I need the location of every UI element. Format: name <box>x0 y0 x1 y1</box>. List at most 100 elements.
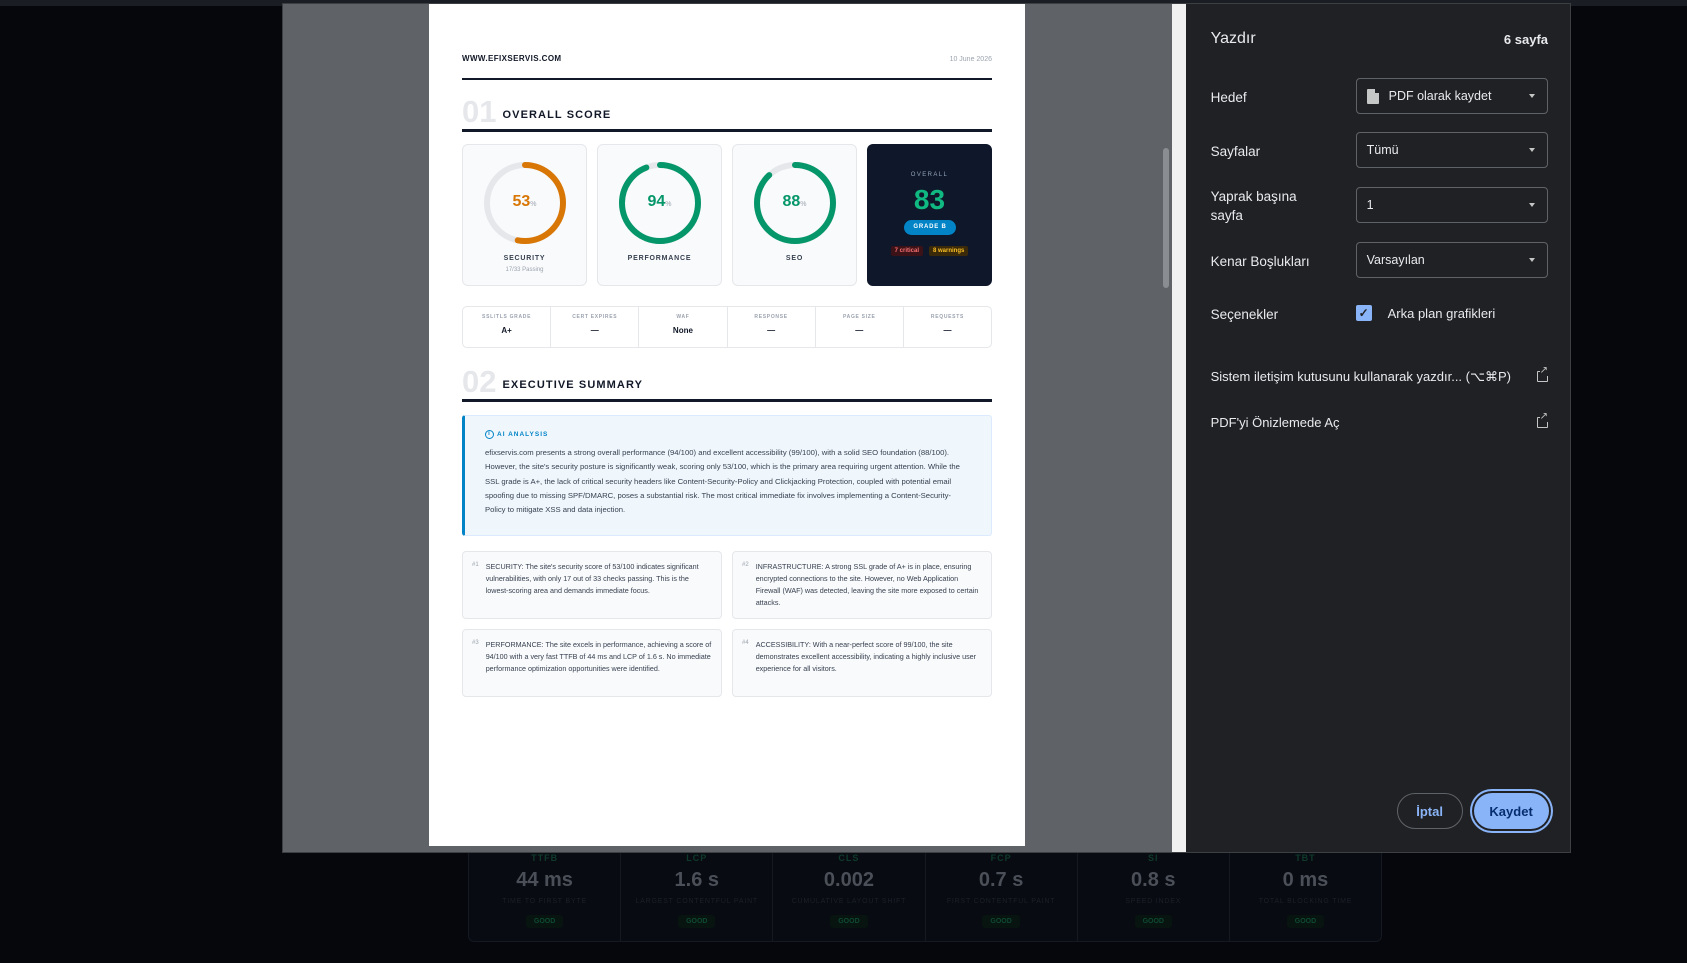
metric-label: FCP <box>990 853 1012 863</box>
metric-subtitle: TOTAL BLOCKING TIME <box>1258 898 1353 905</box>
metric-badge: GOOD <box>982 915 1020 928</box>
stat-label: CERT EXPIRES <box>572 314 618 320</box>
system-dialog-label[interactable]: Sistem iletişim kutusunu kullanarak yazd… <box>1211 369 1511 385</box>
stat-requests: REQUESTS — <box>904 307 991 347</box>
overall-score: 83 <box>913 184 946 215</box>
metric-subtitle: CUMULATIVE LAYOUT SHIFT <box>791 898 907 905</box>
background-graphics-label[interactable]: Arka plan grafikleri <box>1388 306 1496 321</box>
seo-label: SEO <box>785 255 804 262</box>
ai-analysis-title: i AI ANALYSIS <box>485 430 971 439</box>
background-metric: CLS 0.002 CUMULATIVE LAYOUT SHIFT GOOD <box>773 843 926 941</box>
metric-badge: GOOD <box>1134 915 1172 928</box>
stat-value: — <box>943 326 952 335</box>
destination-select[interactable]: PDF olarak kaydet <box>1355 78 1548 114</box>
report-header: WWW.EFIXSERVIS.COM 10 June 2026 <box>462 54 992 80</box>
stat-value: — <box>590 326 599 335</box>
chevron-down-icon <box>1528 203 1535 207</box>
finding-text: INFRASTRUCTURE: A strong SSL grade of A+… <box>755 562 979 607</box>
performance-label: PERFORMANCE <box>627 255 692 262</box>
finding-number: #3 <box>472 640 479 646</box>
security-passing: 17/33 Passing <box>505 267 544 273</box>
metric-subtitle: LARGEST CONTENTFUL PAINT <box>635 898 759 905</box>
background-metrics-strip: TTFB 44 ms TIME TO FIRST BYTE GOOD LCP 1… <box>468 842 1382 942</box>
ai-analysis-label: AI ANALYSIS <box>497 431 549 438</box>
save-button[interactable]: Kaydet <box>1473 793 1549 829</box>
chevron-down-icon <box>1528 148 1535 152</box>
background-metric: TBT 0 ms TOTAL BLOCKING TIME GOOD <box>1230 843 1381 941</box>
finding-number: #1 <box>472 562 479 568</box>
preview-scrollbar[interactable] <box>1159 4 1172 852</box>
stat-ssl: SSL/TLS GRADE A+ <box>463 307 552 347</box>
stat-value: — <box>767 326 776 335</box>
metric-label: SI <box>1148 853 1159 863</box>
performance-score: 94% <box>598 193 721 211</box>
print-preview-area[interactable]: WWW.EFIXSERVIS.COM 10 June 2026 01 OVERA… <box>283 4 1172 852</box>
options-label: Seçenekler <box>1210 307 1279 322</box>
metric-label: CLS <box>838 853 860 863</box>
pages-label: Sayfalar <box>1210 144 1261 159</box>
page-count: 6 sayfa <box>1503 32 1548 47</box>
finding-card: #4 ACCESSIBILITY: With a near-perfect sco… <box>732 629 992 697</box>
section-title-overall: 01 OVERALL SCORE <box>462 96 992 132</box>
section-label: OVERALL SCORE <box>502 109 612 121</box>
cancel-button[interactable]: İptal <box>1396 793 1463 829</box>
metric-subtitle: TIME TO FIRST BYTE <box>502 898 587 905</box>
external-link-icon[interactable] <box>1536 412 1548 428</box>
system-dialog-link[interactable]: Sistem iletişim kutusunu kullanarak yazd… <box>1211 366 1548 385</box>
ai-analysis-text: efixservis.com presents a strong overall… <box>485 448 960 515</box>
destination-label: Hedef <box>1210 90 1247 105</box>
security-label: SECURITY <box>503 255 546 262</box>
security-score-value: 53 <box>512 193 531 210</box>
score-card-security: 53% SECURITY 17/33 Passing <box>462 144 587 286</box>
finding-text: ACCESSIBILITY: With a near-perfect score… <box>755 640 977 673</box>
metric-badge: GOOD <box>1286 915 1325 928</box>
metric-label: TTFB <box>531 853 559 863</box>
print-title: Yazdır <box>1210 30 1256 47</box>
background-metric: LCP 1.6 s LARGEST CONTENTFUL PAINT GOOD <box>621 843 774 941</box>
external-link-icon[interactable] <box>1536 366 1548 382</box>
margins-select[interactable]: Varsayılan <box>1355 242 1548 278</box>
stat-value: A+ <box>501 326 512 335</box>
print-dialog: WWW.EFIXSERVIS.COM 10 June 2026 01 OVERA… <box>282 3 1571 853</box>
ai-analysis-box: i AI ANALYSIS efixservis.com presents a … <box>462 415 992 536</box>
critical-tag: 7 critical <box>890 246 923 256</box>
metric-badge: GOOD <box>678 915 716 928</box>
section-number: 02 <box>462 364 497 399</box>
stat-label: WAF <box>676 314 690 320</box>
background-metric: SI 0.8 s SPEED INDEX GOOD <box>1078 843 1230 941</box>
finding-number: #2 <box>742 562 749 568</box>
overall-label: OVERALL <box>910 172 949 178</box>
stat-waf: WAF None <box>639 307 728 347</box>
score-card-seo: 88% SEO <box>732 144 857 286</box>
document-icon <box>1366 88 1379 104</box>
stats-row: SSL/TLS GRADE A+ CERT EXPIRES — WAF None RE… <box>462 306 992 348</box>
chevron-down-icon <box>1528 94 1535 98</box>
info-icon: i <box>485 430 494 439</box>
pages-select[interactable]: Tümü <box>1355 132 1548 168</box>
metric-badge: GOOD <box>525 915 564 928</box>
percent-sign: % <box>530 201 537 208</box>
report-date: 10 June 2026 <box>949 56 992 63</box>
margins-value: Varsayılan <box>1366 253 1425 267</box>
metric-value: 0.8 s <box>1131 869 1176 891</box>
open-pdf-link[interactable]: PDF'yi Önizlemede Aç <box>1211 412 1548 430</box>
open-pdf-label[interactable]: PDF'yi Önizlemede Aç <box>1211 415 1340 430</box>
preview-page: WWW.EFIXSERVIS.COM 10 June 2026 01 OVERA… <box>429 4 1025 846</box>
finding-card: #3 PERFORMANCE: The site excels in perfor… <box>462 629 722 697</box>
per-sheet-select[interactable]: 1 <box>1355 187 1548 223</box>
scrollbar-thumb[interactable] <box>1162 148 1169 288</box>
findings-grid: #1 SECURITY: The site's security score of… <box>462 551 992 697</box>
performance-score-value: 94 <box>647 193 666 210</box>
metric-value: 0.7 s <box>978 869 1024 891</box>
finding-number: #4 <box>742 640 749 646</box>
stat-label: RESPONSE <box>754 314 788 320</box>
security-score: 53% <box>463 193 586 211</box>
background-metric: FCP 0.7 s FIRST CONTENTFUL PAINT GOOD <box>926 843 1078 941</box>
background-graphics-checkbox[interactable]: ✓ <box>1355 305 1372 321</box>
background-metric: TTFB 44 ms TIME TO FIRST BYTE GOOD <box>469 843 622 941</box>
issue-tags: 7 critical 8 warnings <box>868 246 991 256</box>
stat-label: SSL/TLS GRADE <box>482 314 532 320</box>
stat-value: — <box>855 326 864 335</box>
seo-score: 88% <box>733 193 856 211</box>
grade-badge: GRADE B <box>904 220 956 235</box>
